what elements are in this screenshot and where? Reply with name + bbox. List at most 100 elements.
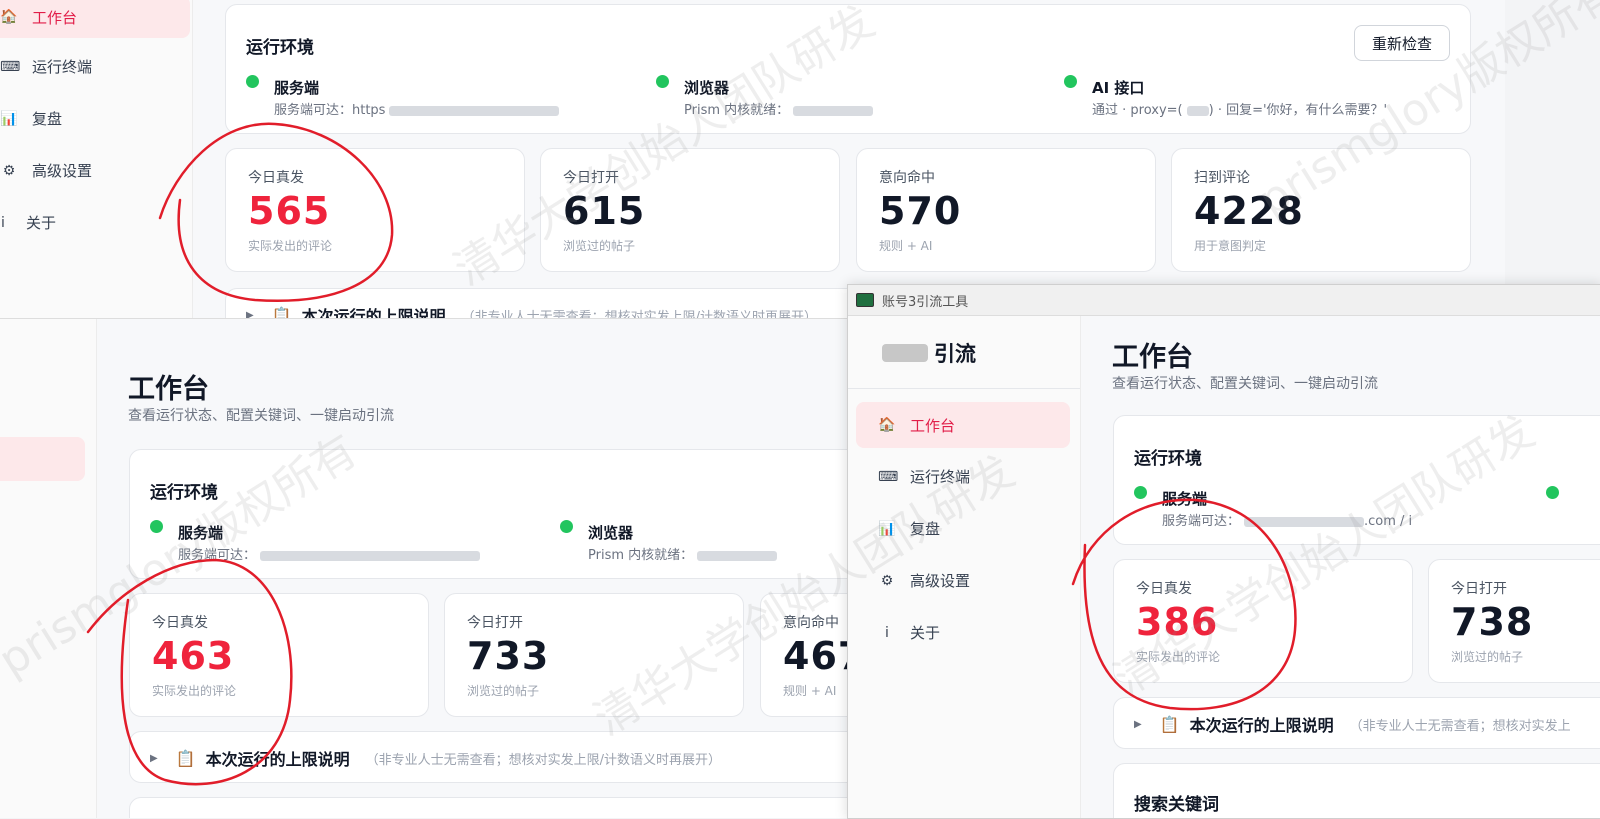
stat-value: 733 <box>467 634 550 678</box>
sidebar-item-workbench[interactable]: 🏠 工作台 <box>0 0 190 38</box>
stat-label: 今日打开 <box>563 170 619 186</box>
env-server-label: 服务端 <box>1162 490 1208 508</box>
stat-card-sent: 今日真发 463 实际发出的评论 <box>129 593 429 717</box>
status-dot-icon <box>1134 486 1147 499</box>
sidebar-item-review[interactable]: 📊 复盘 <box>0 108 62 129</box>
stat-card-opened: 今日打开 738 浏览过的帖子 <box>1428 559 1600 683</box>
stat-sub: 规则 + AI <box>783 684 837 698</box>
stat-card-sent: 今日真发 565 实际发出的评论 <box>225 148 525 272</box>
env-title: 运行环境 <box>150 483 218 503</box>
home-icon: 🏠 <box>0 9 18 25</box>
sidebar-item-label: 高级设置 <box>910 572 971 590</box>
status-dot-icon <box>560 520 573 533</box>
limit-title: 本次运行的上限说明 <box>1189 716 1334 735</box>
env-server-sub: 服务端可达：https <box>274 99 560 118</box>
limit-title: 本次运行的上限说明 <box>301 307 446 318</box>
stat-label: 今日打开 <box>1451 581 1507 597</box>
env-card: 运行环境 重新检查 服务端 服务端可达：https 浏览器 Prism 内核就绪… <box>225 4 1471 134</box>
sidebar-item-settings[interactable]: ⚙ 高级设置 <box>0 160 92 181</box>
stat-sub: 浏览过的帖子 <box>1451 650 1524 664</box>
logo-text: 引流 <box>934 342 976 366</box>
env-server-label: 服务端 <box>274 79 320 97</box>
status-dot-icon <box>1064 75 1077 88</box>
home-icon: 🏠 <box>878 417 896 433</box>
stat-value: 615 <box>563 189 646 233</box>
stat-sub: 实际发出的评论 <box>1136 650 1221 664</box>
sidebar-item-workbench[interactable]: 🏠 工作台 <box>856 402 1070 448</box>
clipboard-icon: 📋 <box>175 748 196 768</box>
stat-label: 今日真发 <box>152 615 208 631</box>
env-ai-sub: 通过 · proxy=() · 回复='你好，有什么需要？' <box>1092 103 1388 118</box>
stat-value: 467 <box>783 634 850 678</box>
env-server-sub: 服务端可达： .com / i <box>1162 514 1413 529</box>
chart-icon: 📊 <box>878 520 896 537</box>
stat-sub: 浏览过的帖子 <box>563 239 636 253</box>
chart-icon: 📊 <box>0 110 18 127</box>
limit-hint: （非专业人士无需查看；想核对实发上限/计数语义时再展开） <box>365 752 722 768</box>
stat-value: 565 <box>248 189 331 233</box>
sidebar: 🏠 工作台 ⌨ 运行终端 📊 复盘 ⚙ 高级设置 i 关于 <box>0 0 193 318</box>
limit-hint: （非专业人士无需查看；想核对实发上 <box>1349 718 1571 734</box>
sidebar-item-label: 运行终端 <box>32 58 93 76</box>
stat-sub: 浏览过的帖子 <box>467 684 540 698</box>
env-server: 服务端 服务端可达： .com / i <box>1134 484 1514 529</box>
sidebar-item-label: 复盘 <box>32 110 63 128</box>
terminal-icon: ⌨ <box>0 58 21 75</box>
expand-triangle-icon[interactable]: ▶ <box>1134 719 1142 730</box>
info-icon: i <box>1 214 5 231</box>
window-title: 账号3引流工具 <box>882 294 969 310</box>
sidebar-item-settings[interactable]: ⚙ 高级设置 <box>878 570 970 591</box>
stat-card-sent: 今日真发 386 实际发出的评论 <box>1113 559 1413 683</box>
stat-card-scanned: 扫到评论 4228 用于意图判定 <box>1171 148 1471 272</box>
search-card: 搜索关键词 <box>1113 763 1600 818</box>
clipboard-icon: 📋 <box>271 305 292 319</box>
env-title: 运行环境 <box>1134 449 1202 469</box>
status-dot-icon <box>150 520 163 533</box>
env-ai: AI 接口 通过 · proxy=() · 回复='你好，有什么需要？' <box>1064 73 1444 118</box>
env-ai-label: AI 接口 <box>1092 79 1145 97</box>
app-logo: 引流 <box>882 338 976 368</box>
stat-label: 今日真发 <box>1136 581 1192 597</box>
terminal-icon: ⌨ <box>878 468 899 485</box>
sidebar-item-review[interactable]: 📊 复盘 <box>878 518 940 539</box>
stat-card-opened: 今日打开 733 浏览过的帖子 <box>444 593 744 717</box>
stat-sub: 实际发出的评论 <box>248 239 333 253</box>
stat-label: 今日打开 <box>467 615 523 631</box>
expand-triangle-icon[interactable]: ▶ <box>150 753 158 764</box>
limit-card[interactable]: ▶ 📋 本次运行的上限说明 （非专业人士无需查看；想核对实发上限/计数语义时再展… <box>129 731 850 783</box>
sidebar-item-label: 关于 <box>910 624 941 642</box>
sidebar-item-about[interactable]: i 关于 <box>0 212 56 233</box>
limit-hint: （非专业人士无需查看；想核对实发上限/计数语义时再展开） <box>461 309 818 319</box>
sidebar-item-terminal[interactable]: ⌨ 运行终端 <box>0 56 92 77</box>
search-keywords-title: 搜索关键词 <box>1134 795 1219 815</box>
recheck-button[interactable]: 重新检查 <box>1354 25 1450 61</box>
expand-triangle-icon[interactable]: ▶ <box>246 310 254 319</box>
env-browser-label: 浏览器 <box>684 79 730 97</box>
stat-value: 386 <box>1136 600 1219 644</box>
stat-value: 738 <box>1451 600 1534 644</box>
gear-icon: ⚙ <box>2 162 16 179</box>
stat-sub: 实际发出的评论 <box>152 684 237 698</box>
sidebar-item-about[interactable]: i 关于 <box>878 622 940 643</box>
window-titlebar[interactable]: 账号3引流工具 <box>848 285 1600 316</box>
sidebar-item-workbench[interactable] <box>0 437 85 481</box>
sidebar-item-terminal[interactable]: ⌨ 运行终端 <box>878 466 970 487</box>
stat-label: 今日真发 <box>248 170 304 186</box>
sidebar-item-label: 复盘 <box>910 520 941 538</box>
stat-value: 570 <box>879 189 962 233</box>
status-dot-icon <box>246 75 259 88</box>
sidebar-item-label: 工作台 <box>32 8 78 27</box>
page-title: 工作台 <box>128 374 209 405</box>
stat-value: 4228 <box>1194 189 1304 233</box>
info-icon: i <box>885 624 889 641</box>
stat-label: 意向命中 <box>879 170 935 186</box>
stat-card-hit: 意向命中 467 规则 + AI <box>760 593 850 717</box>
window-3: 账号3引流工具 引流 🏠 工作台 ⌨ 运行终端 📊 复盘 ⚙ 高级设置 i 关于… <box>847 284 1600 819</box>
status-dot-icon <box>1546 486 1559 499</box>
env-browser: 浏览器 Prism 内核就绪： <box>656 73 956 118</box>
env-browser-sub: Prism 内核就绪： <box>684 99 874 118</box>
limit-card[interactable]: ▶ 📋 本次运行的上限说明 （非专业人士无需查看；想核对实发上 <box>1113 697 1600 749</box>
env-browser: 浏览器 Prism 内核就绪： <box>560 518 850 563</box>
env-card: 运行环境 服务端 服务端可达： .com / i <box>1113 415 1600 545</box>
window-2: 工作台 查看运行状态、配置关键词、一键启动引流 运行环境 服务端 服务端可达： … <box>0 318 850 818</box>
